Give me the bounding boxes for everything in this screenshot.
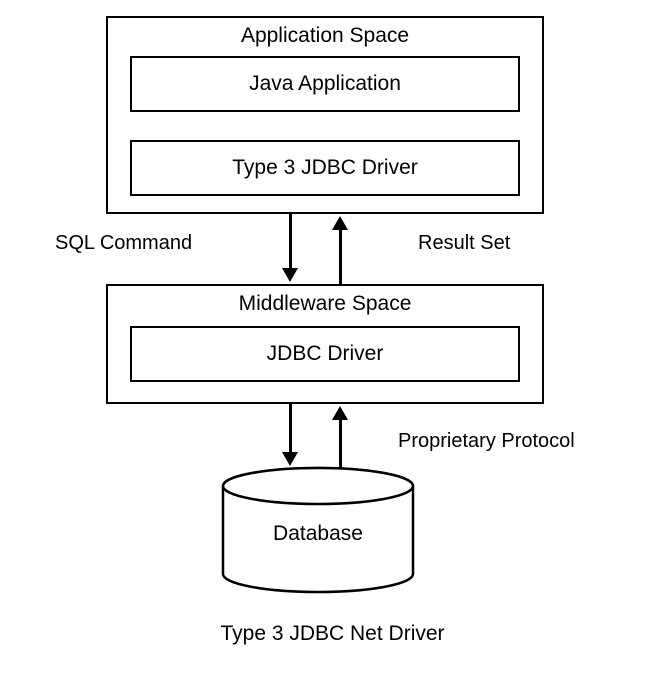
- type3-driver-box: Type 3 JDBC Driver: [130, 140, 520, 196]
- arrow-up-1-line: [339, 228, 342, 284]
- database-label: Database: [218, 522, 418, 546]
- jdbc-driver-box: JDBC Driver: [130, 326, 520, 382]
- arrow-up-1-head: [332, 216, 348, 230]
- arrow-down-2-line: [289, 404, 292, 454]
- arrow-up-2-line: [339, 418, 342, 468]
- arrow-up-2-head: [332, 406, 348, 420]
- arrow-down-1-line: [289, 214, 292, 270]
- database-cylinder: Database: [218, 466, 418, 596]
- proprietary-protocol-label: Proprietary Protocol: [398, 430, 575, 453]
- arrow-down-1-head: [282, 268, 298, 282]
- result-set-label: Result Set: [418, 232, 510, 255]
- application-space-title: Application Space: [108, 24, 542, 48]
- diagram-caption: Type 3 JDBC Net Driver: [0, 622, 665, 646]
- middleware-space-box: Middleware Space JDBC Driver: [106, 284, 544, 404]
- java-application-box: Java Application: [130, 56, 520, 112]
- java-application-label: Java Application: [249, 72, 401, 96]
- arrow-down-2-head: [282, 452, 298, 466]
- type3-driver-label: Type 3 JDBC Driver: [232, 156, 418, 180]
- sql-command-label: SQL Command: [55, 232, 192, 255]
- application-space-box: Application Space Java Application Type …: [106, 16, 544, 214]
- jdbc-driver-label: JDBC Driver: [267, 342, 384, 366]
- middleware-space-title: Middleware Space: [108, 292, 542, 316]
